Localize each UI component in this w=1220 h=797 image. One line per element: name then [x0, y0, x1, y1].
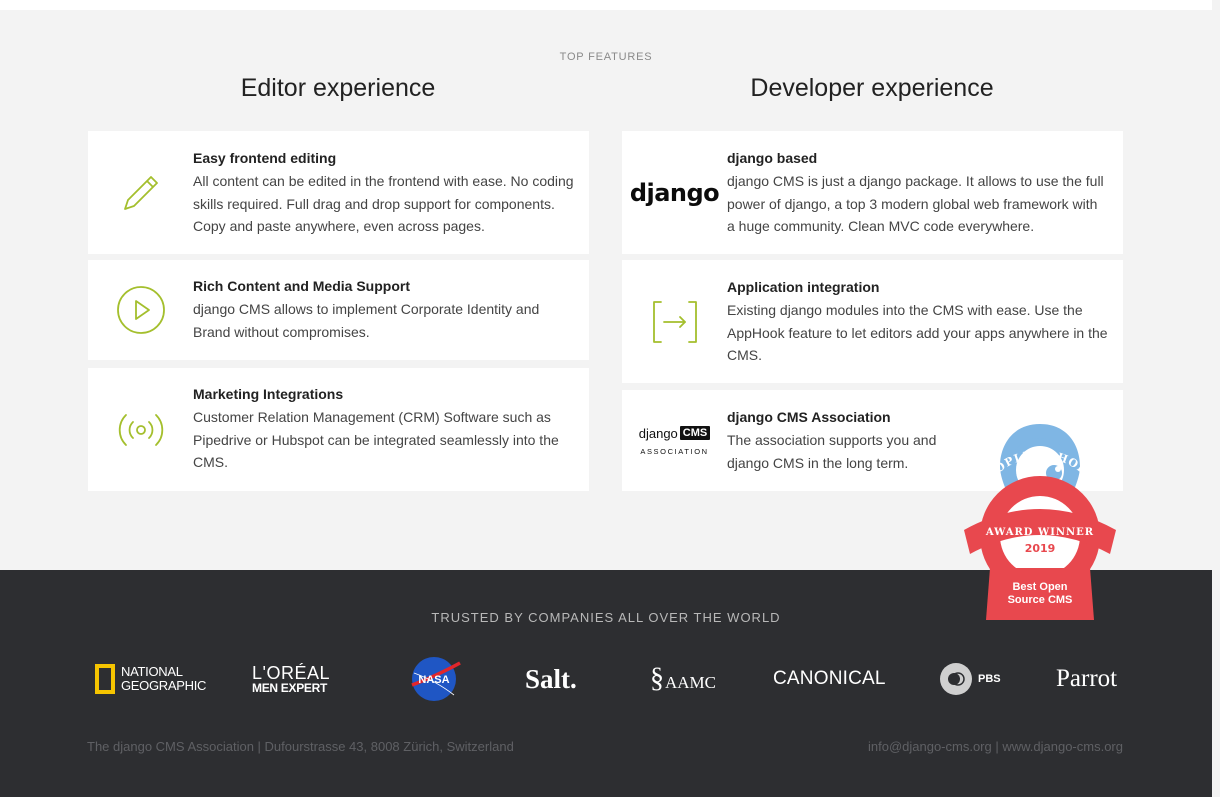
feature-title: Application integration	[727, 279, 880, 295]
parrot-logo: Parrot	[1056, 665, 1118, 692]
feature-card-django-based: django django based django CMS is just a…	[622, 131, 1123, 254]
feature-title: django based	[727, 150, 818, 166]
django-logo: django	[622, 131, 727, 254]
footer-contact[interactable]: info@django-cms.org | www.django-cms.org	[868, 739, 1123, 754]
pencil-icon	[88, 131, 193, 254]
developer-experience-title: Developer experience	[750, 74, 994, 102]
caduceus-icon: §	[650, 663, 664, 694]
feature-card-frontend-editing: Easy frontend editing All content can be…	[88, 131, 589, 254]
nasa-logo-text: NASA	[418, 674, 449, 686]
section-eyebrow: TOP FEATURES	[559, 51, 653, 63]
feature-title: Easy frontend editing	[193, 150, 337, 166]
assoc-logo-cms: CMS	[679, 426, 711, 440]
feature-title: Rich Content and Media Support	[193, 278, 410, 294]
feature-card-marketing: Marketing Integrations Customer Relation…	[88, 368, 589, 491]
django-cms-association-logo: django CMS ASSOCIATION	[622, 390, 727, 491]
feature-title: Marketing Integrations	[193, 386, 344, 402]
aamc-logo: § AAMC	[650, 655, 716, 703]
badge-line-2: AWARD WINNER	[985, 527, 1094, 538]
pbs-logo-text: PBS	[978, 673, 1001, 685]
natgeo-line-2: GEOGRAPHIC	[121, 678, 207, 693]
badge-ribbon-line-1: Best Open	[1012, 581, 1067, 593]
national-geographic-logo: NATIONAL GEOGRAPHIC	[95, 655, 206, 703]
loreal-line-2: MEN EXPERT	[252, 681, 328, 695]
feature-description: All content can be edited in the fronten…	[193, 173, 574, 234]
peoples-choice-award-badge[interactable]: PEOPLES CHOICE AWARD WINNER 2019 Best Op…	[960, 418, 1120, 623]
feature-description: The association supports you and django …	[727, 432, 937, 471]
feature-card-rich-content: Rich Content and Media Support django CM…	[88, 260, 589, 360]
editor-experience-title: Editor experience	[240, 74, 436, 102]
loreal-men-expert-logo: L'ORÉAL MEN EXPERT	[252, 655, 330, 703]
feature-description: django CMS allows to implement Corporate…	[193, 301, 540, 340]
badge-ribbon-line-2: Source CMS	[1008, 594, 1073, 606]
play-icon	[88, 260, 193, 360]
canonical-logo: CANONICAL	[773, 668, 886, 689]
feature-card-app-integration: Application integration Existing django …	[622, 260, 1123, 383]
pbs-head-icon	[940, 663, 972, 695]
feature-description: django CMS is just a django package. It …	[727, 173, 1104, 234]
natgeo-line-1: NATIONAL	[121, 664, 183, 679]
feature-title: django CMS Association	[727, 409, 891, 425]
broadcast-icon	[88, 368, 193, 491]
assoc-logo-sub: ASSOCIATION	[640, 446, 709, 456]
badge-year: 2019	[1025, 542, 1056, 555]
app-integration-icon	[622, 260, 727, 383]
nasa-logo: NASA	[408, 655, 462, 703]
loreal-line-1: L'ORÉAL	[252, 663, 330, 683]
django-logo-text: django	[629, 178, 720, 207]
footer-address: The django CMS Association | Dufourstras…	[87, 739, 514, 754]
natgeo-frame-icon	[95, 664, 115, 694]
aamc-logo-text: AAMC	[665, 673, 717, 692]
feature-description: Customer Relation Management (CRM) Softw…	[193, 409, 559, 470]
pbs-logo: PBS	[940, 655, 1001, 703]
assoc-logo-word: django	[638, 425, 678, 441]
top-strip	[0, 0, 1212, 10]
salt-logo: Salt.	[525, 663, 577, 694]
feature-description: Existing django modules into the CMS wit…	[727, 302, 1108, 363]
